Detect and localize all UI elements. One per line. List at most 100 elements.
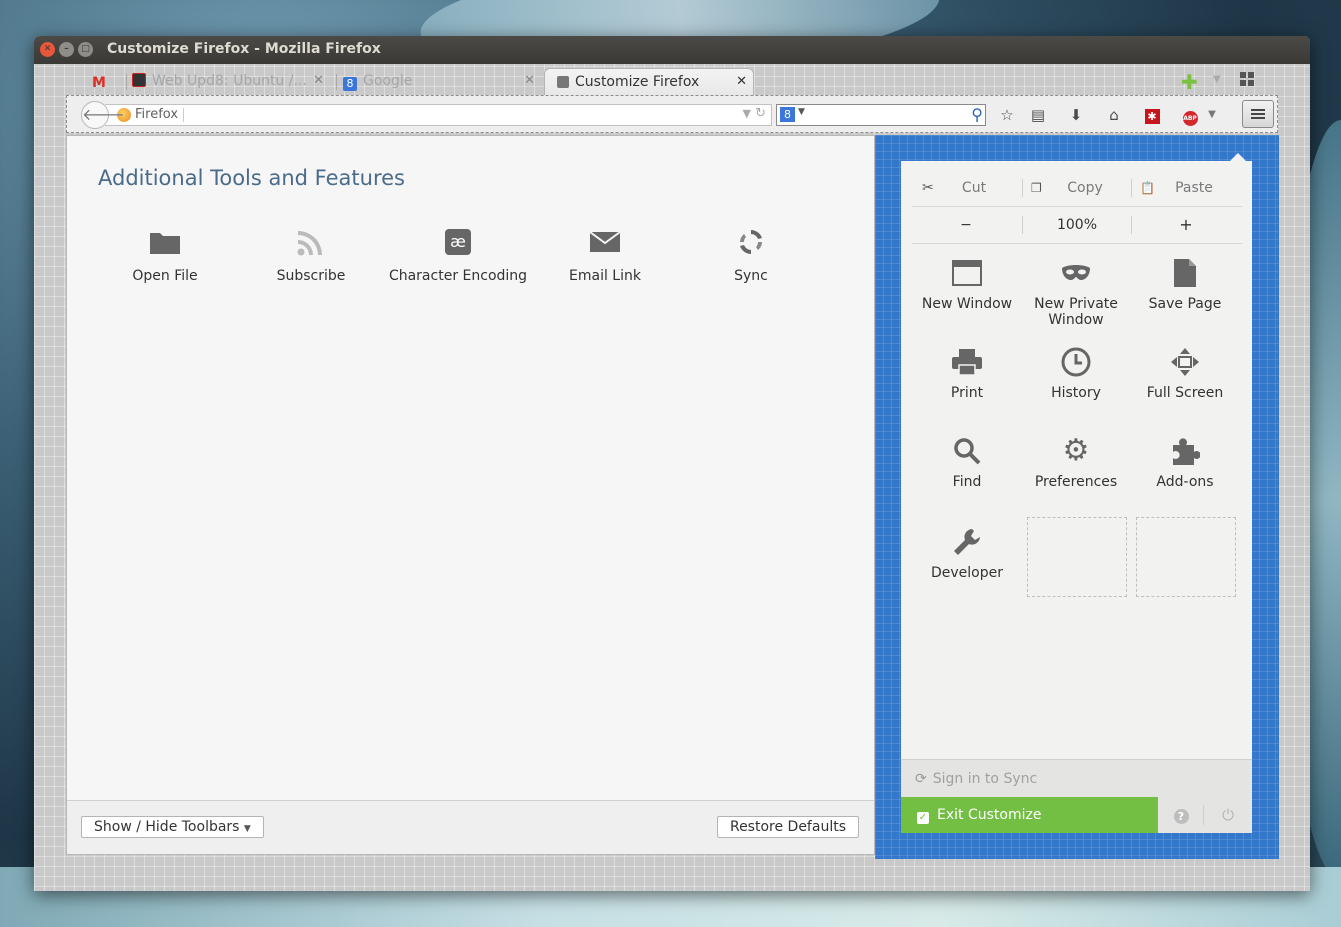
adblock-dropdown-icon[interactable]: ▼ xyxy=(1201,104,1223,126)
empty-panel-slot[interactable] xyxy=(1136,517,1236,597)
title-bar: ✕ – □ Customize Firefox - Mozilla Firefo… xyxy=(34,36,1310,64)
edit-controls: ✂ Cut ❐ Copy 📋 Paste xyxy=(912,170,1242,207)
search-icon[interactable]: ⚲ xyxy=(971,105,983,124)
show-hide-toolbars-label: Show / Hide Toolbars xyxy=(94,819,240,835)
panel-item-label: New Private Window xyxy=(1034,296,1118,328)
hamburger-icon xyxy=(1251,117,1265,119)
show-hide-toolbars-button[interactable]: Show / Hide Toolbars ▼ xyxy=(81,816,264,838)
panel-find[interactable]: Find xyxy=(913,436,1021,490)
bookmarks-menu-icon[interactable]: ▤ xyxy=(1027,104,1049,126)
tab-label: Google xyxy=(363,73,413,89)
tab-list-chevron-down-icon[interactable]: ▼ xyxy=(1213,74,1221,85)
panel-add-ons[interactable]: Add-ons xyxy=(1131,436,1239,490)
tool-open-file[interactable]: Open File xyxy=(95,226,235,284)
lastpass-icon[interactable]: ✱ xyxy=(1141,104,1163,126)
tool-character-encoding[interactable]: æ Character Encoding xyxy=(388,226,528,284)
tool-subscribe[interactable]: Subscribe xyxy=(241,226,381,284)
panel-item-label: History xyxy=(1051,385,1101,401)
close-tab-icon[interactable]: ✕ xyxy=(736,69,747,95)
clipboard-icon: 📋 xyxy=(1140,181,1155,195)
restore-defaults-button[interactable]: Restore Defaults xyxy=(716,816,859,838)
close-tab-icon[interactable]: ✕ xyxy=(313,68,324,94)
tab-label: Customize Firefox xyxy=(575,74,700,90)
tool-email-link[interactable]: Email Link xyxy=(535,226,675,284)
copy-icon: ❐ xyxy=(1031,181,1042,195)
customize-footer: Show / Hide Toolbars ▼ Restore Defaults xyxy=(67,800,874,854)
panel-item-label: Developer xyxy=(930,565,1003,581)
window-minimize-button[interactable]: – xyxy=(59,42,74,57)
bookmark-star-icon[interactable]: ☆ xyxy=(996,104,1018,126)
zoom-reset-button[interactable]: 100% xyxy=(1023,207,1131,243)
copy-label: Copy xyxy=(1067,180,1103,196)
panel-footer: ✓ Exit Customize ? ⏻ xyxy=(901,797,1252,833)
tab-separator xyxy=(336,74,337,90)
google-icon: 8 xyxy=(343,77,357,91)
tab-webupd8[interactable]: Web Upd8: Ubuntu /... ✕ xyxy=(132,68,330,94)
chevron-down-icon: ▼ xyxy=(243,824,251,834)
palette-heading: Additional Tools and Features xyxy=(98,166,405,190)
cut-button[interactable]: ✂ Cut xyxy=(912,170,1020,206)
print-icon xyxy=(913,347,1021,377)
puzzle-icon xyxy=(1131,436,1239,466)
tab-gmail[interactable]: M xyxy=(92,68,124,94)
window-title: Customize Firefox - Mozilla Firefox xyxy=(107,41,381,57)
panel-new-window[interactable]: New Window xyxy=(913,258,1021,312)
empty-panel-slot[interactable] xyxy=(1027,517,1127,597)
panel-item-label: Print xyxy=(950,385,984,401)
zoom-in-button[interactable]: + xyxy=(1132,207,1240,243)
tool-label: Email Link xyxy=(569,268,641,284)
url-bar[interactable]: Firefox ▼ ↻ xyxy=(105,104,772,126)
panel-item-label: Preferences xyxy=(1034,474,1118,490)
panel-developer[interactable]: Developer xyxy=(913,527,1021,581)
google-search-engine-icon[interactable]: 8 xyxy=(780,107,795,122)
rss-icon xyxy=(241,226,381,258)
sync-icon xyxy=(681,226,821,258)
panel-save-page[interactable]: Save Page xyxy=(1131,258,1239,312)
panel-history[interactable]: History xyxy=(1022,347,1130,401)
back-button[interactable]: 🡐 xyxy=(81,101,125,129)
zoom-out-button[interactable]: − xyxy=(912,207,1020,243)
tool-sync[interactable]: Sync xyxy=(681,226,821,284)
panel-full-screen[interactable]: Full Screen xyxy=(1131,347,1239,401)
downloads-icon[interactable]: ⬇ xyxy=(1065,104,1087,126)
exit-customize-button[interactable]: ✓ Exit Customize xyxy=(901,797,1158,833)
home-icon[interactable]: ⌂ xyxy=(1103,104,1125,126)
webupd8-icon xyxy=(132,73,146,87)
panel-print[interactable]: Print xyxy=(913,347,1021,401)
save-page-icon xyxy=(1131,258,1239,288)
power-quit-icon[interactable]: ⏻ xyxy=(1218,805,1238,825)
sign-in-to-sync[interactable]: ⟳ Sign in to Sync xyxy=(901,759,1252,798)
engine-dropdown-icon[interactable]: ▼ xyxy=(798,107,805,117)
reload-icon[interactable]: ↻ xyxy=(755,106,766,121)
panel-arrow xyxy=(1230,153,1246,161)
history-dropdown-icon[interactable]: ▼ xyxy=(743,107,751,120)
new-window-icon xyxy=(913,258,1021,288)
tab-google[interactable]: 8 Google ✕ xyxy=(343,68,541,94)
back-arrow-icon: 🡐 xyxy=(82,105,125,124)
exit-customize-label: Exit Customize xyxy=(937,807,1042,823)
panel-item-label: Full Screen xyxy=(1146,385,1224,401)
footer-separator xyxy=(1203,805,1204,825)
adblock-plus-icon[interactable]: ABP xyxy=(1179,104,1201,126)
checkmark-icon: ✓ xyxy=(917,812,929,824)
search-bar[interactable]: 8 ▼ ⚲ xyxy=(776,104,986,126)
menu-button[interactable] xyxy=(1242,100,1274,128)
tab-groups-icon[interactable] xyxy=(1240,72,1254,86)
window-close-button[interactable]: ✕ xyxy=(40,42,55,57)
window-maximize-button[interactable]: □ xyxy=(78,42,93,57)
new-tab-plus-icon[interactable]: ✚ xyxy=(1181,70,1198,94)
private-mask-icon xyxy=(1022,258,1130,288)
tab-customize-firefox[interactable]: Customize Firefox ✕ xyxy=(544,68,754,95)
full-screen-icon xyxy=(1131,347,1239,377)
copy-button[interactable]: ❐ Copy xyxy=(1023,170,1131,206)
firefox-window: ✕ – □ Customize Firefox - Mozilla Firefo… xyxy=(34,36,1310,891)
sync-small-icon: ⟳ xyxy=(915,771,927,787)
panel-preferences[interactable]: ⚙ Preferences xyxy=(1022,436,1130,491)
paste-label: Paste xyxy=(1175,180,1213,196)
close-tab-icon[interactable]: ✕ xyxy=(524,68,535,94)
help-icon[interactable]: ? xyxy=(1171,805,1191,825)
tool-label: Sync xyxy=(734,268,768,284)
url-separator xyxy=(183,108,184,122)
panel-new-private-window[interactable]: New Private Window xyxy=(1022,258,1130,328)
paste-button[interactable]: 📋 Paste xyxy=(1132,170,1240,206)
